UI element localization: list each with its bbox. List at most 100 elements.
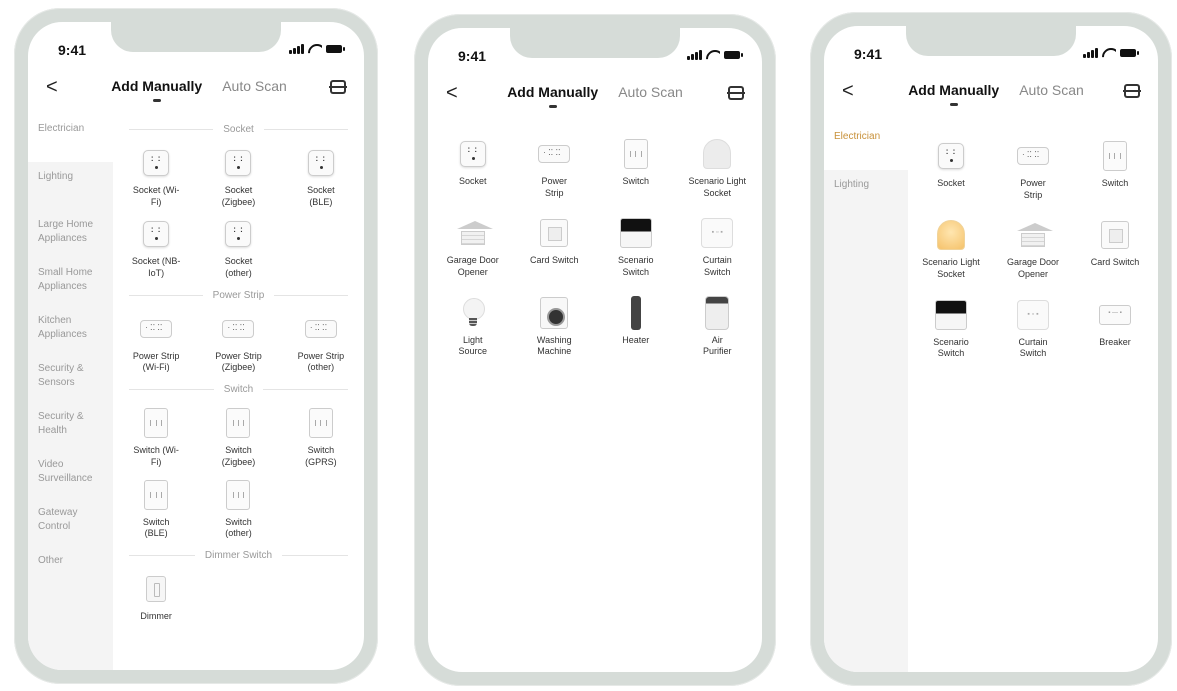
sidebar-item-security-sensors[interactable]: Security & Sensors: [28, 354, 113, 402]
device-scenario-light-socket[interactable]: Scenario Light Socket: [910, 219, 992, 280]
light-bulb-icon: [457, 297, 489, 329]
device-power-strip-wifi[interactable]: Power Strip (Wi-Fi): [115, 313, 197, 374]
sidebar-item-small-home-appliances[interactable]: Small Home Appliances: [28, 258, 113, 306]
device-curtain-switch[interactable]: Curtain Switch: [992, 299, 1074, 360]
scenario-switch-icon: [935, 299, 967, 331]
power-strip-icon: [222, 313, 255, 345]
device-card-switch[interactable]: Card Switch: [514, 217, 596, 278]
device-breaker[interactable]: Breaker: [1074, 299, 1156, 360]
device-switch-wifi[interactable]: Switch (Wi-Fi): [115, 407, 197, 468]
device-switch-zigbee[interactable]: Switch (Zigbee): [197, 407, 279, 468]
card-switch-icon: [538, 217, 570, 249]
socket-grid: Socket (Wi-Fi) Socket (Zigbee) Socket (B…: [113, 147, 364, 280]
device-label: Socket: [458, 176, 487, 186]
socket-icon: [935, 140, 967, 172]
device-scenario-light-socket[interactable]: Scenario Light Socket: [677, 138, 759, 199]
tab-add-manually[interactable]: Add Manually: [507, 84, 598, 108]
tab-auto-scan[interactable]: Auto Scan: [1019, 82, 1084, 98]
sidebar-item-large-home-appliances[interactable]: Large Home Appliances: [28, 210, 113, 258]
device-garage-door-opener[interactable]: Garage Door Opener: [432, 217, 514, 278]
device-power-strip-other[interactable]: Power Strip (other): [280, 313, 362, 374]
sidebar-item-kitchen-appliances[interactable]: Kitchen Appliances: [28, 306, 113, 354]
device-socket-zigbee[interactable]: Socket (Zigbee): [197, 147, 279, 208]
device-card-switch[interactable]: Card Switch: [1074, 219, 1156, 280]
tab-auto-scan[interactable]: Auto Scan: [618, 84, 683, 100]
device-switch[interactable]: Switch: [1074, 140, 1156, 201]
device-label: Dimmer: [140, 610, 172, 621]
status-icons: [289, 44, 345, 54]
device-label: Switch: [1101, 178, 1129, 188]
device-label: Switch (Zigbee): [221, 445, 256, 467]
device-label: Socket (Zigbee): [221, 185, 256, 207]
status-time: 9:41: [58, 42, 87, 58]
section-header-power-strip: Power Strip: [129, 290, 348, 301]
device-switch-ble[interactable]: Switch (BLE): [115, 479, 197, 540]
device-heater[interactable]: Heater: [595, 295, 677, 358]
switch-icon: [140, 479, 172, 511]
device-label: Power Strip: [1020, 178, 1046, 200]
device-label: Socket: [937, 178, 965, 188]
device-label: Light Source: [458, 334, 488, 357]
device-scenario-switch[interactable]: Scenario Switch: [910, 299, 992, 360]
device-switch-gprs[interactable]: Switch (GPRS): [280, 407, 362, 468]
garage-door-icon: [1017, 219, 1053, 251]
device-label: Socket (other): [224, 256, 253, 279]
device-garage-door-opener[interactable]: Garage Door Opener: [992, 219, 1074, 280]
device-socket[interactable]: Socket: [910, 140, 992, 201]
tab-add-manually[interactable]: Add Manually: [111, 78, 202, 102]
socket-icon: [140, 218, 172, 250]
device-washing-machine[interactable]: Washing Machine: [514, 296, 596, 358]
device-switch-other[interactable]: Switch (other): [197, 479, 279, 540]
sidebar-item-gateway-control[interactable]: Gateway Control: [28, 498, 113, 546]
device-socket-other[interactable]: Socket (other): [197, 218, 279, 279]
device-dimmer[interactable]: Dimmer: [115, 573, 197, 623]
tab-auto-scan[interactable]: Auto Scan: [222, 78, 287, 94]
nav-bar: < Add Manually Auto Scan: [28, 72, 364, 108]
device-socket[interactable]: Socket: [432, 138, 514, 199]
device-switch[interactable]: Switch: [595, 138, 677, 199]
device-air-purifier[interactable]: Air Purifier: [677, 295, 759, 358]
device-label: Power Strip (other): [297, 350, 345, 373]
device-power-strip[interactable]: Power Strip: [514, 138, 596, 199]
device-label: Socket (Wi-Fi): [132, 185, 180, 207]
device-list: Socket Power Strip Switch Scenario Light…: [908, 122, 1158, 672]
section-header-dimmer-switch: Dimmer Switch: [129, 550, 348, 561]
device-curtain-switch[interactable]: Curtain Switch: [677, 217, 759, 278]
device-power-strip[interactable]: Power Strip: [992, 140, 1074, 201]
scan-icon[interactable]: [727, 86, 745, 100]
device-power-strip-zigbee[interactable]: Power Strip (Zigbee): [197, 313, 279, 374]
tabs: Add Manually Auto Scan: [28, 78, 364, 102]
device-label: Socket (BLE): [307, 185, 335, 207]
switch-icon: [305, 407, 337, 439]
sidebar-item-electrician[interactable]: Electrician: [824, 122, 908, 170]
scan-icon[interactable]: [1123, 84, 1141, 98]
curtain-switch-icon: [701, 217, 734, 249]
sidebar-item-lighting[interactable]: Lighting: [824, 170, 908, 218]
device-label: Breaker: [1099, 336, 1131, 347]
device-socket-wifi[interactable]: Socket (Wi-Fi): [115, 147, 197, 208]
curtain-switch-icon: [1017, 299, 1049, 331]
tab-add-manually[interactable]: Add Manually: [908, 82, 999, 106]
device-label: Scenario Light Socket: [688, 176, 747, 198]
device-label: Garage Door Opener: [446, 255, 499, 278]
device-scenario-switch[interactable]: Scenario Switch: [595, 217, 677, 278]
device-socket-ble[interactable]: Socket (BLE): [280, 147, 362, 208]
sidebar-item-video-surveillance[interactable]: Video Surveillance: [28, 450, 113, 498]
power-strip-grid: Power Strip (Wi-Fi) Power Strip (Zigbee)…: [113, 313, 364, 374]
section-header-socket: Socket: [129, 124, 348, 135]
scan-icon[interactable]: [329, 80, 347, 94]
wifi-icon: [706, 50, 720, 60]
sidebar-item-lighting[interactable]: Lighting: [28, 162, 113, 210]
socket-icon: [457, 138, 489, 170]
device-grid: Socket Power Strip Switch Scenario Light…: [908, 122, 1158, 360]
sidebar-item-electrician[interactable]: Electrician: [28, 114, 113, 162]
sidebar-item-other[interactable]: Other: [28, 546, 113, 594]
phone-3: 9:41 < Add Manually Auto Scan Electricia…: [810, 12, 1172, 686]
card-switch-icon: [1099, 219, 1131, 251]
sidebar-item-security-health[interactable]: Security & Health: [28, 402, 113, 450]
wifi-icon: [1102, 48, 1116, 58]
device-label: Switch (GPRS): [305, 445, 337, 467]
device-light-source[interactable]: Light Source: [432, 297, 514, 358]
device-socket-nb-iot[interactable]: Socket (NB-IoT): [115, 218, 197, 279]
socket-icon: [305, 147, 337, 179]
